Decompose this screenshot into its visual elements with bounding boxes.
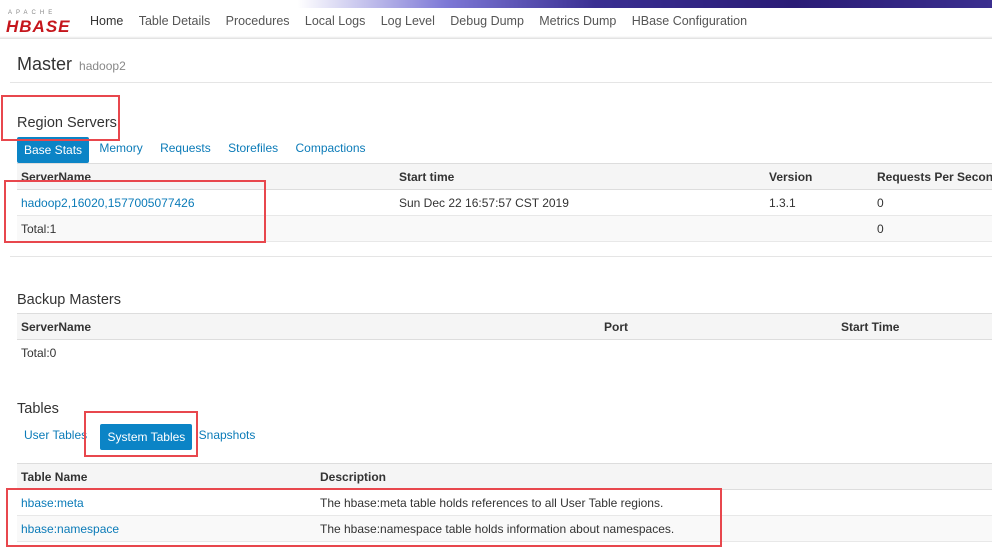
header-banner <box>0 0 992 8</box>
tables-heading: Tables <box>17 401 59 417</box>
total-requests-cell: 0 <box>873 215 992 242</box>
main-nav: Home Table Details Procedures Local Logs… <box>90 14 759 28</box>
system-tables-table: Table Name Description hbase:meta The hb… <box>17 463 992 542</box>
column-header[interactable]: Requests Per Second <box>873 163 992 190</box>
table-total-row: Total:1 0 <box>17 215 992 242</box>
logo-hbase-text: HBASE <box>6 17 71 36</box>
nav-hbase-configuration[interactable]: HBase Configuration <box>632 14 747 28</box>
table-name-link[interactable]: hbase:meta <box>21 496 84 510</box>
divider <box>10 256 992 257</box>
column-header[interactable]: ServerName <box>17 313 600 340</box>
table-row: hbase:meta The hbase:meta table holds re… <box>17 489 992 516</box>
page-title-text: Master <box>17 54 73 74</box>
version-cell: 1.3.1 <box>765 189 873 216</box>
table-row: hadoop2,16020,1577005077426 Sun Dec 22 1… <box>17 189 992 216</box>
table-header-row: ServerName Start time Version Requests P… <box>17 163 992 190</box>
region-servers-heading: Region Servers <box>17 115 117 131</box>
total-cell: Total:1 <box>17 215 395 242</box>
backup-masters-heading: Backup Masters <box>17 292 121 308</box>
column-header[interactable]: Start Time <box>837 313 992 340</box>
column-header[interactable]: ServerName <box>17 163 395 190</box>
column-header[interactable]: Description <box>316 463 992 490</box>
hbase-logo[interactable]: APACHE HBASE <box>6 10 78 36</box>
tables-tabs: User Tables System Tables Snapshots <box>17 424 262 450</box>
tab-storefiles[interactable]: Storefiles <box>221 137 285 159</box>
table-header-row: ServerName Port Start Time <box>17 313 992 340</box>
logo-apache-text: APACHE <box>8 10 57 16</box>
nav-table-details[interactable]: Table Details <box>139 14 211 28</box>
tab-system-tables[interactable]: System Tables <box>100 424 193 450</box>
divider <box>10 82 992 83</box>
tab-user-tables[interactable]: User Tables <box>17 424 94 446</box>
tab-memory[interactable]: Memory <box>92 137 149 159</box>
nav-metrics-dump[interactable]: Metrics Dump <box>539 14 616 28</box>
table-header-row: Table Name Description <box>17 463 992 490</box>
nav-local-logs[interactable]: Local Logs <box>305 14 365 28</box>
table-description-cell: The hbase:meta table holds references to… <box>316 489 992 516</box>
server-name-link[interactable]: hadoop2,16020,1577005077426 <box>21 196 195 210</box>
tab-snapshots[interactable]: Snapshots <box>196 424 263 446</box>
nav-procedures[interactable]: Procedures <box>226 14 290 28</box>
table-name-link[interactable]: hbase:namespace <box>21 522 119 536</box>
nav-debug-dump[interactable]: Debug Dump <box>450 14 524 28</box>
region-servers-tabs: Base Stats Memory Requests Storefiles Co… <box>17 137 373 163</box>
tab-compactions[interactable]: Compactions <box>288 137 372 159</box>
tab-requests[interactable]: Requests <box>153 137 218 159</box>
table-description-cell: The hbase:namespace table holds informat… <box>316 515 992 542</box>
total-cell: Total:0 <box>21 345 57 360</box>
page-title: Master hadoop2 <box>17 54 126 75</box>
column-header[interactable]: Start time <box>395 163 765 190</box>
nav-log-level[interactable]: Log Level <box>381 14 435 28</box>
region-servers-table: ServerName Start time Version Requests P… <box>17 163 992 242</box>
table-total-row: Total:0 <box>17 340 992 366</box>
tab-base-stats[interactable]: Base Stats <box>17 137 90 163</box>
table-row: hbase:namespace The hbase:namespace tabl… <box>17 515 992 542</box>
start-time-cell: Sun Dec 22 16:57:57 CST 2019 <box>395 189 765 216</box>
column-header[interactable]: Version <box>765 163 873 190</box>
requests-cell: 0 <box>873 189 992 216</box>
nav-home[interactable]: Home <box>90 14 123 28</box>
top-navbar: APACHE HBASE Home Table Details Procedur… <box>0 0 992 39</box>
master-host: hadoop2 <box>79 59 126 73</box>
column-header[interactable]: Port <box>600 313 837 340</box>
backup-masters-table: ServerName Port Start Time Total:0 <box>17 313 992 365</box>
column-header[interactable]: Table Name <box>17 463 316 490</box>
